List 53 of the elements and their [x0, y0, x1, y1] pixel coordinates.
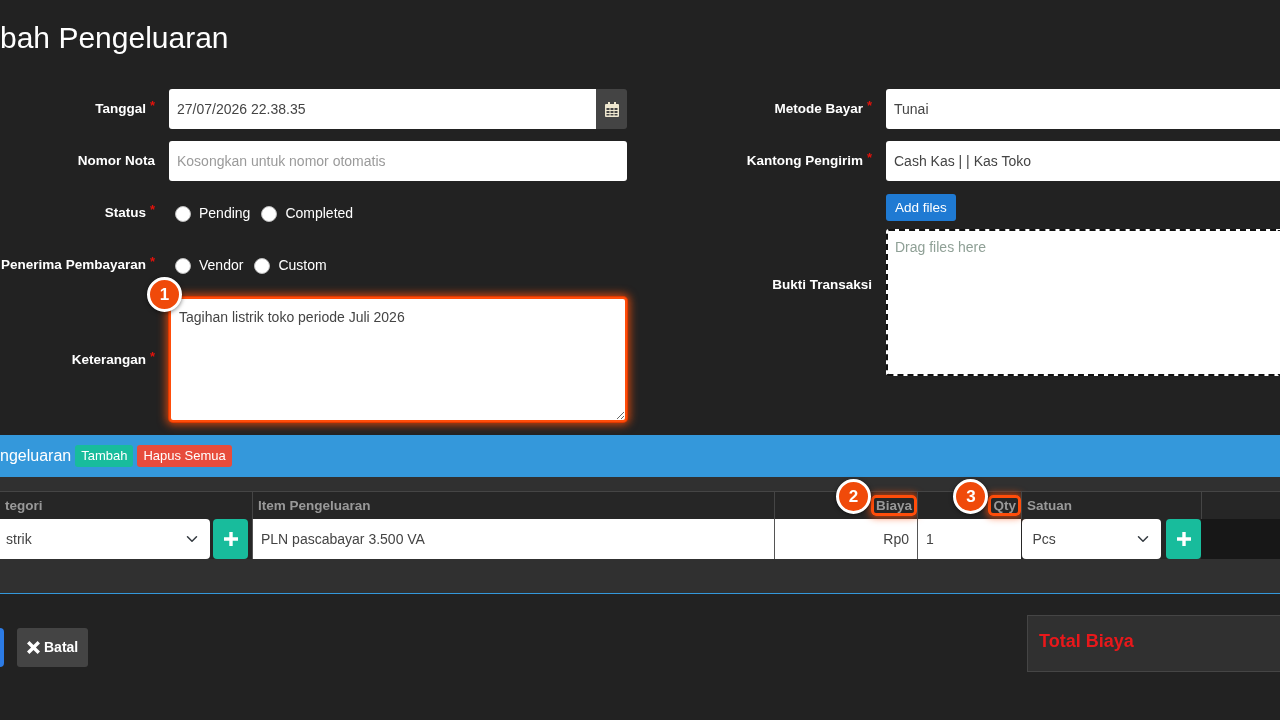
- unit-select[interactable]: Pcs: [1022, 519, 1161, 559]
- field-label: Status: [104, 205, 146, 221]
- plus-icon: [223, 532, 238, 546]
- page-title: bah Pengeluaran: [0, 20, 229, 56]
- text-field[interactable]: Kosongkan untuk nomor otomatis: [169, 141, 627, 181]
- radio-button[interactable]: [261, 206, 278, 222]
- add-files-button[interactable]: Add files: [886, 194, 956, 221]
- field-label: Bukti Transaksi: [772, 276, 872, 292]
- field-label: Penerima Pembayaran: [1, 257, 146, 273]
- radio-button[interactable]: [254, 258, 271, 274]
- total-label: Total Biaya: [1039, 631, 1134, 651]
- callout-marker: 2: [835, 479, 871, 514]
- category-select[interactable]: strik: [0, 519, 210, 559]
- required-mark: *: [149, 348, 155, 364]
- column-header: Item Pengeluaran: [258, 497, 371, 513]
- column-header: Qty: [988, 495, 1021, 516]
- callout-marker: 3: [953, 479, 989, 514]
- required-mark: *: [866, 150, 872, 166]
- radio-label: Pending: [199, 203, 251, 223]
- field-label: Kantong Pengirim: [746, 153, 863, 169]
- description-field[interactable]: Tagihan listrik toko periode Juli 2026: [169, 297, 627, 422]
- date-field[interactable]: 27/07/2026 22.38.35: [169, 89, 596, 129]
- cancel-button[interactable]: Batal: [17, 628, 89, 667]
- required-mark: *: [149, 98, 155, 114]
- column-header: tegori: [5, 497, 43, 513]
- cost-field[interactable]: Rp0: [774, 519, 917, 559]
- section-title: ngeluaran: [0, 446, 72, 466]
- required-mark: *: [149, 202, 155, 218]
- column-header: Biaya: [870, 495, 917, 516]
- item-field[interactable]: PLN pascabayar 3.500 VA: [252, 519, 774, 559]
- radio-button[interactable]: [175, 258, 191, 274]
- radio-label: Custom: [278, 255, 327, 275]
- primary-button[interactable]: [0, 628, 4, 667]
- close-icon: [27, 641, 40, 654]
- callout-marker: 1: [147, 277, 182, 312]
- qty-field[interactable]: 1: [917, 519, 1021, 559]
- calendar-button[interactable]: [596, 89, 627, 129]
- plus-icon: [1176, 532, 1191, 546]
- field-label: Metode Bayar: [774, 101, 863, 117]
- text-field[interactable]: Tunai: [886, 89, 1280, 129]
- radio-label: Completed: [285, 203, 354, 223]
- calendar-icon: [604, 101, 619, 117]
- delete-all-button[interactable]: Hapus Semua: [137, 445, 232, 467]
- field-label: Tanggal: [95, 101, 146, 117]
- radio-label: Vendor: [199, 255, 244, 275]
- field-label: Keterangan: [71, 351, 146, 367]
- dropzone-hint: Drag files here: [895, 239, 987, 255]
- column-header: Satuan: [1027, 497, 1072, 513]
- required-mark: *: [866, 98, 872, 114]
- field-label: Nomor Nota: [77, 153, 155, 169]
- text-field[interactable]: Cash Kas | | Kas Toko: [886, 141, 1280, 181]
- required-mark: *: [149, 254, 155, 270]
- radio-button[interactable]: [175, 206, 191, 222]
